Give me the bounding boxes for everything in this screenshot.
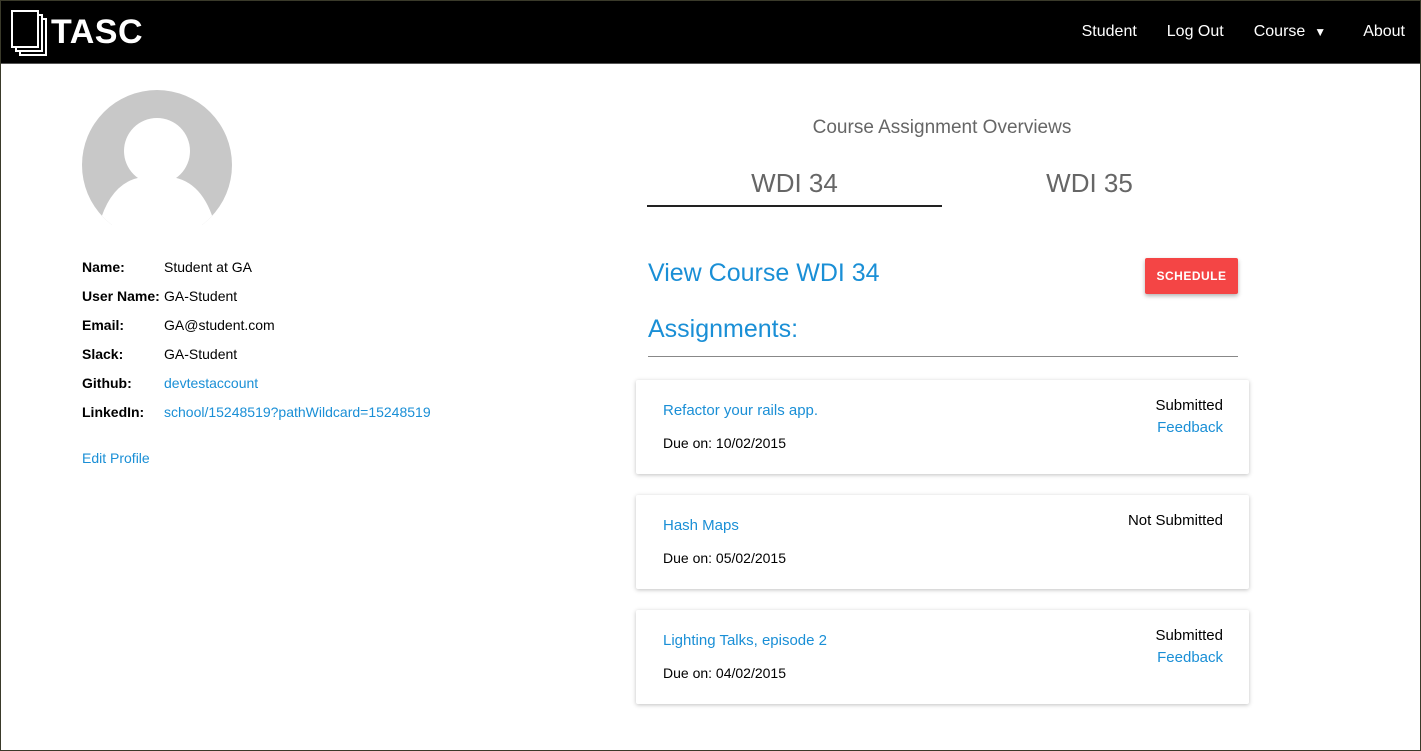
profile-label: Name: <box>82 258 125 275</box>
document-stack-icon <box>11 10 47 56</box>
schedule-button[interactable]: SCHEDULE <box>1145 258 1238 294</box>
profile-row-username: User Name: GA-Student <box>82 281 431 310</box>
nav-menu: Student Log Out Course ▼ About <box>1067 1 1420 63</box>
view-course-link[interactable]: View Course WDI 34 <box>648 259 880 288</box>
assignment-status: Submitted <box>1155 627 1223 644</box>
brand-name: TASC <box>51 12 144 51</box>
profile-username-value: GA-Student <box>164 287 238 304</box>
nav-item-student[interactable]: Student <box>1067 23 1152 41</box>
assignment-card: Hash Maps Due on: 05/02/2015 Not Submitt… <box>636 495 1249 589</box>
profile-label: Email: <box>82 316 125 333</box>
nav-item-logout[interactable]: Log Out <box>1152 23 1239 41</box>
assignment-due-date: Due on: 05/02/2015 <box>663 550 786 566</box>
tab-wdi-34[interactable]: WDI 34 <box>647 161 942 207</box>
feedback-link[interactable]: Feedback <box>1157 419 1223 436</box>
profile-email-value: GA@student.com <box>164 316 275 333</box>
github-link[interactable]: devtestaccount <box>164 375 258 391</box>
profile-name-value: Student at GA <box>164 258 252 275</box>
assignment-card: Refactor your rails app. Due on: 10/02/2… <box>636 380 1249 474</box>
profile-label: User Name: <box>82 287 160 304</box>
brand-logo[interactable]: TASC <box>11 9 144 56</box>
edit-profile-link[interactable]: Edit Profile <box>82 450 150 466</box>
tab-wdi-35[interactable]: WDI 35 <box>942 161 1237 207</box>
overview-title: Course Assignment Overviews <box>812 117 1072 138</box>
assignments-heading: Assignments: <box>648 315 799 343</box>
feedback-link[interactable]: Feedback <box>1157 649 1223 666</box>
profile-row-email: Email: GA@student.com <box>82 310 431 339</box>
profile-row-linkedin: LinkedIn: school/15248519?pathWildcard=1… <box>82 397 431 426</box>
profile-slack-value: GA-Student <box>164 345 238 362</box>
assignment-due-date: Due on: 04/02/2015 <box>663 665 786 681</box>
assignment-due-date: Due on: 10/02/2015 <box>663 435 786 451</box>
profile-row-slack: Slack: GA-Student <box>82 339 431 368</box>
profile-label: Github: <box>82 374 132 391</box>
profile-row-name: Name: Student at GA <box>82 252 431 281</box>
profile-row-github: Github: devtestaccount <box>82 368 431 397</box>
assignment-status: Submitted <box>1155 397 1223 414</box>
top-navbar: TASC Student Log Out Course ▼ About <box>1 1 1420 64</box>
nav-item-about[interactable]: About <box>1348 23 1420 41</box>
nav-item-course[interactable]: Course <box>1239 23 1321 41</box>
caret-down-icon[interactable]: ▼ <box>1314 25 1348 39</box>
assignment-list: Refactor your rails app. Due on: 10/02/2… <box>636 380 1249 725</box>
profile-info: Name: Student at GA User Name: GA-Studen… <box>82 252 431 426</box>
course-tabs: WDI 34 WDI 35 <box>647 161 1237 207</box>
user-avatar-icon <box>81 89 233 225</box>
profile-label: LinkedIn: <box>82 403 145 420</box>
assignment-status: Not Submitted <box>1127 512 1223 529</box>
assignment-title-link[interactable]: Hash Maps <box>663 517 739 534</box>
assignment-title-link[interactable]: Lighting Talks, episode 2 <box>663 632 827 649</box>
assignment-card: Lighting Talks, episode 2 Due on: 04/02/… <box>636 610 1249 704</box>
divider <box>648 356 1238 357</box>
assignment-title-link[interactable]: Refactor your rails app. <box>663 402 818 419</box>
profile-label: Slack: <box>82 345 124 362</box>
linkedin-link[interactable]: school/15248519?pathWildcard=15248519 <box>164 404 431 420</box>
